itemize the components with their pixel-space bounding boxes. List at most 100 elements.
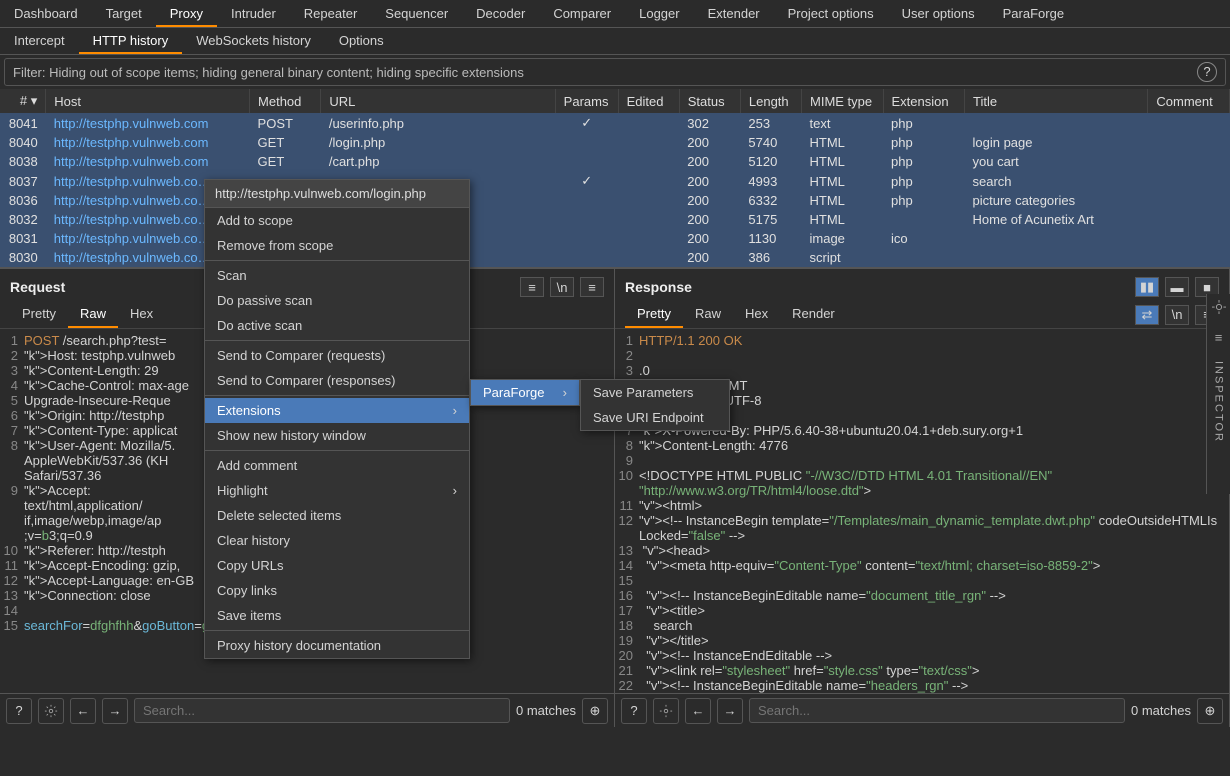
response-title: Response — [625, 279, 692, 295]
col-header[interactable]: Status — [679, 89, 740, 113]
request-search[interactable] — [134, 698, 510, 723]
request-title: Request — [10, 279, 65, 295]
ctx-send-to-comparer-responses-[interactable]: Send to Comparer (responses) — [205, 368, 469, 393]
equals-icon[interactable]: ≡ — [520, 277, 544, 297]
newline-icon[interactable]: \n — [550, 277, 574, 297]
view-tab-pretty[interactable]: Pretty — [10, 301, 68, 328]
col-header[interactable]: Host — [46, 89, 250, 113]
ctx-pf-save-parameters[interactable]: Save Parameters — [581, 380, 729, 405]
ctx-extensions[interactable]: Extensions› — [205, 398, 469, 423]
col-header[interactable]: Extension — [883, 89, 965, 113]
settings-icon[interactable]: ⊕ — [582, 698, 608, 724]
col-header[interactable]: Params — [555, 89, 618, 113]
top-tab-paraforge[interactable]: ParaForge — [989, 0, 1078, 27]
top-tab-proxy[interactable]: Proxy — [156, 0, 217, 27]
ctx-scan[interactable]: Scan — [205, 263, 469, 288]
table-row[interactable]: 8037http://testphp.vulnweb.co…✓2004993HT… — [0, 171, 1230, 191]
table-row[interactable]: 8041http://testphp.vulnweb.comPOST/useri… — [0, 113, 1230, 133]
ctx-highlight[interactable]: Highlight› — [205, 478, 469, 503]
ctx-do-active-scan[interactable]: Do active scan — [205, 313, 469, 338]
col-header[interactable]: MIME type — [802, 89, 884, 113]
table-row[interactable]: 8031http://testphp.vulnweb.co…2001130ima… — [0, 229, 1230, 248]
ctx-proxy-history-documentation[interactable]: Proxy history documentation — [205, 633, 469, 658]
filter-bar[interactable]: Filter: Hiding out of scope items; hidin… — [4, 58, 1226, 86]
prev-icon[interactable]: ← — [70, 698, 96, 724]
view-tab-hex[interactable]: Hex — [733, 301, 780, 328]
ctx-add-to-scope[interactable]: Add to scope — [205, 208, 469, 233]
next-icon[interactable]: → — [102, 698, 128, 724]
top-tab-dashboard[interactable]: Dashboard — [0, 0, 92, 27]
ctx-copy-urls[interactable]: Copy URLs — [205, 553, 469, 578]
top-tab-logger[interactable]: Logger — [625, 0, 693, 27]
col-header[interactable]: Title — [965, 89, 1148, 113]
help-icon[interactable]: ? — [6, 698, 32, 724]
response-search[interactable] — [749, 698, 1125, 723]
help-icon[interactable]: ? — [1197, 62, 1217, 82]
context-menu-header: http://testphp.vulnweb.com/login.php — [205, 180, 469, 208]
top-tab-decoder[interactable]: Decoder — [462, 0, 539, 27]
top-tab-project-options[interactable]: Project options — [774, 0, 888, 27]
response-pane: Response ▮▮ ▬ ■ PrettyRawHexRender ⇄ \n … — [615, 269, 1230, 727]
newline-icon[interactable]: \n — [1165, 305, 1189, 325]
table-row[interactable]: 8032http://testphp.vulnweb.co…2005175HTM… — [0, 210, 1230, 229]
table-row[interactable]: 8030http://testphp.vulnweb.co…200386scri… — [0, 248, 1230, 267]
context-menu[interactable]: http://testphp.vulnweb.com/login.phpAdd … — [204, 179, 470, 659]
help-icon[interactable]: ? — [621, 698, 647, 724]
settings-icon[interactable]: ⊕ — [1197, 698, 1223, 724]
inspector-label: INSPECTOR — [1213, 361, 1225, 443]
ctx-show-new-history-window[interactable]: Show new history window — [205, 423, 469, 448]
table-row[interactable]: 8038http://testphp.vulnweb.comGET/cart.p… — [0, 152, 1230, 171]
table-row[interactable]: 8040http://testphp.vulnweb.comGET/login.… — [0, 133, 1230, 152]
ctx-do-passive-scan[interactable]: Do passive scan — [205, 288, 469, 313]
ctx-send-to-comparer-requests-[interactable]: Send to Comparer (requests) — [205, 343, 469, 368]
ctx-ext-paraforge[interactable]: ParaForge› — [471, 380, 579, 405]
layout-both-icon[interactable]: ▮▮ — [1135, 277, 1159, 297]
ctx-save-items[interactable]: Save items — [205, 603, 469, 628]
next-icon[interactable]: → — [717, 698, 743, 724]
col-header[interactable]: Method — [250, 89, 321, 113]
request-matches: 0 matches — [516, 703, 576, 718]
response-matches: 0 matches — [1131, 703, 1191, 718]
ctx-pf-save-uri-endpoint[interactable]: Save URI Endpoint — [581, 405, 729, 430]
gear-icon[interactable] — [653, 698, 679, 724]
view-tab-pretty[interactable]: Pretty — [625, 301, 683, 328]
col-header[interactable]: URL — [321, 89, 555, 113]
col-header[interactable]: Edited — [618, 89, 679, 113]
format-icon[interactable]: ⇄ — [1135, 305, 1159, 325]
view-tab-render[interactable]: Render — [780, 301, 847, 328]
sub-tab-options[interactable]: Options — [325, 28, 398, 54]
ctx-delete-selected-items[interactable]: Delete selected items — [205, 503, 469, 528]
col-header[interactable]: Length — [740, 89, 801, 113]
menu-icon[interactable]: ≡ — [580, 277, 604, 297]
paraforge-submenu[interactable]: Save ParametersSave URI Endpoint — [580, 379, 730, 431]
view-tab-raw[interactable]: Raw — [68, 301, 118, 328]
ctx-clear-history[interactable]: Clear history — [205, 528, 469, 553]
col-header[interactable]: # ▾ — [0, 89, 46, 113]
gear-icon[interactable] — [38, 698, 64, 724]
layout-horiz-icon[interactable]: ▬ — [1165, 277, 1189, 297]
ctx-add-comment[interactable]: Add comment — [205, 453, 469, 478]
history-table: # ▾HostMethodURLParamsEditedStatusLength… — [0, 89, 1230, 267]
sub-tab-websockets-history[interactable]: WebSockets history — [182, 28, 325, 54]
top-tab-sequencer[interactable]: Sequencer — [371, 0, 462, 27]
ctx-copy-links[interactable]: Copy links — [205, 578, 469, 603]
top-tab-user-options[interactable]: User options — [888, 0, 989, 27]
view-tab-hex[interactable]: Hex — [118, 301, 165, 328]
prev-icon[interactable]: ← — [685, 698, 711, 724]
top-tab-target[interactable]: Target — [92, 0, 156, 27]
col-header[interactable]: Comment — [1148, 89, 1230, 113]
top-tab-extender[interactable]: Extender — [694, 0, 774, 27]
top-tab-intruder[interactable]: Intruder — [217, 0, 290, 27]
top-tab-comparer[interactable]: Comparer — [539, 0, 625, 27]
inspector-sidebar[interactable]: ≡ INSPECTOR — [1206, 294, 1230, 494]
sub-tab-http-history[interactable]: HTTP history — [79, 28, 183, 54]
sub-tab-intercept[interactable]: Intercept — [0, 28, 79, 54]
hamburger-icon[interactable]: ≡ — [1215, 330, 1223, 345]
top-tab-repeater[interactable]: Repeater — [290, 0, 371, 27]
extensions-submenu[interactable]: ParaForge› — [470, 379, 580, 406]
ctx-remove-from-scope[interactable]: Remove from scope — [205, 233, 469, 258]
filter-text: Filter: Hiding out of scope items; hidin… — [13, 65, 524, 80]
table-row[interactable]: 8036http://testphp.vulnweb.co…2006332HTM… — [0, 191, 1230, 210]
view-tab-raw[interactable]: Raw — [683, 301, 733, 328]
gear-icon[interactable] — [1212, 300, 1226, 314]
